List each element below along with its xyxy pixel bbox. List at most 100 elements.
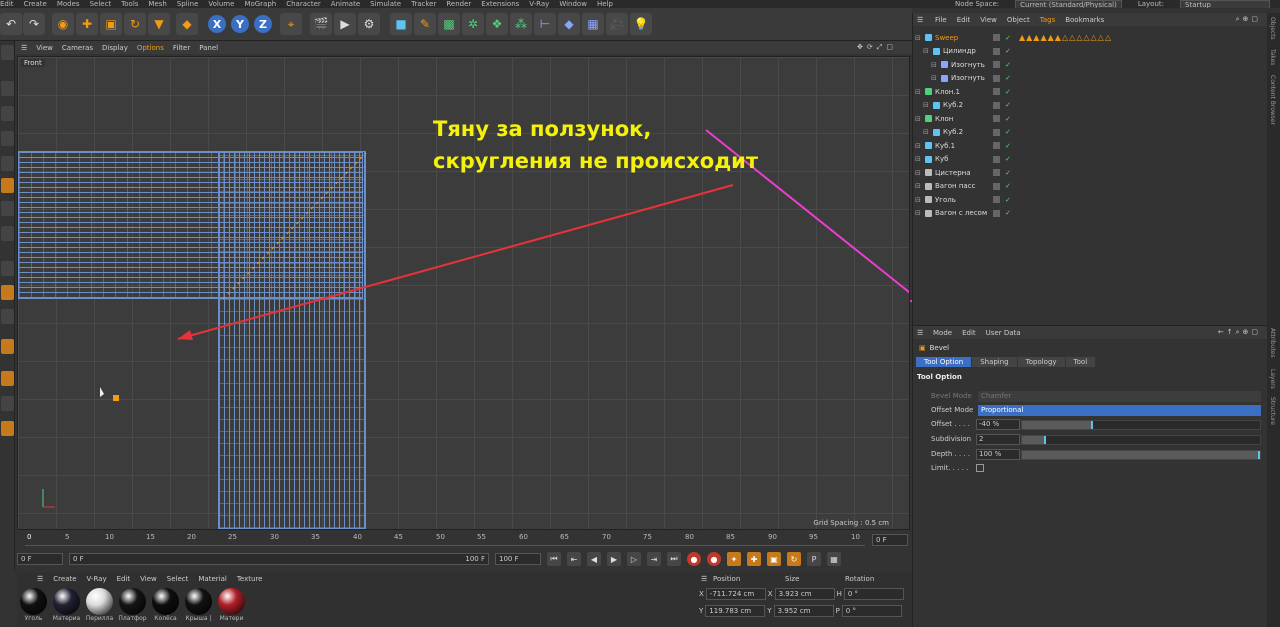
snap-settings-icon[interactable] — [1, 285, 14, 300]
layer-box[interactable] — [993, 34, 1000, 41]
edges-mode-icon[interactable] — [1, 156, 14, 171]
effector-icon[interactable]: ❖ — [486, 13, 508, 35]
solo-icon[interactable] — [1, 371, 14, 386]
panel-hamburger-icon[interactable]: ☰ — [701, 575, 707, 583]
locked-workplane-icon[interactable] — [1, 339, 14, 354]
layer-box[interactable] — [993, 101, 1000, 109]
tab-tool-option[interactable]: Tool Option — [916, 357, 972, 367]
layer-box[interactable] — [993, 61, 1000, 68]
am-menu-mode[interactable]: Mode — [933, 329, 952, 337]
layout-select[interactable]: Startup — [1180, 0, 1270, 8]
object-name[interactable]: Куб.2 — [943, 101, 963, 109]
key-selection-icon[interactable]: ✦ — [727, 552, 741, 566]
viewport-menu-cameras[interactable]: Cameras — [62, 44, 93, 52]
menu-tools[interactable]: Tools — [121, 0, 138, 8]
redo-icon[interactable]: ↷ — [23, 13, 45, 35]
material-swatch[interactable]: Крыша | — [184, 588, 213, 622]
depth-field[interactable]: 100 % — [976, 449, 1020, 460]
object-row[interactable]: ⊟ Вагон с лесом ✓ — [913, 207, 1268, 220]
frame-range-slider[interactable]: 0 F 100 F — [69, 553, 489, 565]
object-name[interactable]: Уголь — [935, 196, 956, 204]
material-swatch[interactable]: Платфор — [118, 588, 147, 622]
points-mode-icon[interactable] — [1, 131, 14, 146]
object-row[interactable]: ⊟ Уголь ✓ — [913, 193, 1268, 206]
enabled-check-icon[interactable]: ✓ — [1005, 142, 1011, 150]
layer-box[interactable] — [993, 196, 1000, 203]
enabled-check-icon[interactable]: ✓ — [1005, 196, 1011, 204]
layer-box[interactable] — [993, 47, 1000, 55]
enabled-check-icon[interactable]: ✓ — [1005, 128, 1011, 136]
panel-hamburger-icon[interactable]: ☰ — [917, 329, 923, 337]
snap-icon[interactable] — [1, 261, 14, 276]
timeline-ruler[interactable]: 0 5 10 15 20 25 30 35 40 45 50 55 60 65 … — [25, 532, 865, 546]
om-menu-object[interactable]: Object — [1007, 16, 1030, 24]
panel-hamburger-icon[interactable]: ☰ — [21, 44, 27, 52]
key-parameter-icon[interactable]: P — [807, 552, 821, 566]
menu-simulate[interactable]: Simulate — [370, 0, 401, 8]
layer-box[interactable] — [993, 209, 1000, 217]
enabled-check-icon[interactable]: ✓ — [1005, 74, 1011, 82]
om-menu-file[interactable]: File — [935, 16, 947, 24]
object-name[interactable]: Sweep — [935, 34, 958, 42]
menu-mograph[interactable]: MoGraph — [244, 0, 276, 8]
size-y-field[interactable]: 3.952 cm — [773, 605, 834, 617]
material-menu-edit[interactable]: Edit — [117, 575, 131, 583]
viewport-menu-filter[interactable]: Filter — [173, 44, 190, 52]
object-row[interactable]: ⊟ Цилиндр ✓ — [913, 45, 1268, 58]
tab-tool[interactable]: Tool — [1065, 357, 1096, 367]
object-name[interactable]: Вагон пасс — [935, 182, 975, 190]
offset-field[interactable]: -40 % — [976, 419, 1020, 430]
layer-box[interactable] — [993, 155, 1000, 163]
menu-mesh[interactable]: Mesh — [148, 0, 166, 8]
recent-tools-icon[interactable]: ▼ — [148, 13, 170, 35]
subdivision-field[interactable]: 2 — [976, 434, 1020, 445]
enabled-check-icon[interactable]: ✓ — [1005, 209, 1011, 217]
tab-topology[interactable]: Topology — [1017, 357, 1065, 367]
material-menu-view[interactable]: View — [140, 575, 157, 583]
expand-icon[interactable]: ⊟ — [915, 169, 921, 177]
depth-slider[interactable] — [1021, 450, 1261, 460]
object-row[interactable]: ⊟ Изогнуть ✓ — [913, 58, 1268, 71]
rotate-icon[interactable]: ↻ — [124, 13, 146, 35]
material-menu-material[interactable]: Material — [198, 575, 226, 583]
render-settings-icon[interactable]: ⚙ — [358, 13, 380, 35]
autokey-icon[interactable]: ● — [707, 552, 721, 566]
coordinate-system-icon[interactable]: ⌖ — [280, 13, 302, 35]
menu-tracker[interactable]: Tracker — [411, 0, 436, 8]
expand-icon[interactable]: ⊟ — [923, 47, 929, 55]
object-row[interactable]: ⊟ Изогнуть ✓ — [913, 72, 1268, 85]
position-x-field[interactable]: -711.724 cm — [705, 588, 766, 600]
texture-mode-icon[interactable] — [1, 106, 14, 121]
record-icon[interactable]: ● — [687, 552, 701, 566]
object-name[interactable]: Цистерна — [935, 169, 971, 177]
object-row[interactable]: ⊟ Куб ✓ — [913, 153, 1268, 166]
om-menu-tags[interactable]: Tags — [1040, 16, 1056, 24]
layer-box[interactable] — [993, 88, 1000, 95]
key-position-icon[interactable]: ✚ — [747, 552, 761, 566]
viewport-navigation-icons[interactable]: ✥⟳⤢▢ — [857, 43, 897, 52]
object-row[interactable]: ⊟ Вагон пасс ✓ — [913, 180, 1268, 193]
prev-key-icon[interactable]: ⇤ — [567, 552, 581, 566]
camera-icon[interactable]: 🎥 — [606, 13, 628, 35]
side-tab-takes[interactable]: Takes — [1269, 49, 1276, 65]
menu-vray[interactable]: V-Ray — [529, 0, 549, 8]
front-viewport[interactable]: Front Тяну за ползунок, скругления не пр… — [17, 56, 910, 530]
node-space-select[interactable]: Current (Standard/Physical) — [1015, 0, 1122, 8]
enabled-check-icon[interactable]: ✓ — [1005, 34, 1011, 42]
material-swatch[interactable]: Колёса — [151, 588, 180, 622]
cube-icon[interactable]: ■ — [390, 13, 412, 35]
enabled-check-icon[interactable]: ✓ — [1005, 155, 1011, 163]
subdivision-slider[interactable] — [1021, 435, 1261, 445]
material-menu-texture[interactable]: Texture — [237, 575, 263, 583]
object-name[interactable]: Куб.2 — [943, 128, 963, 136]
enabled-check-icon[interactable]: ✓ — [1005, 88, 1011, 96]
menu-character[interactable]: Character — [286, 0, 321, 8]
layer-box[interactable] — [993, 182, 1000, 190]
object-row[interactable]: ⊟ Куб.2 ✓ — [913, 99, 1268, 112]
material-swatch[interactable]: Материа — [52, 588, 81, 622]
menu-help[interactable]: Help — [597, 0, 613, 8]
expand-icon[interactable]: ⊟ — [931, 74, 937, 82]
material-swatch[interactable]: Матери — [217, 588, 246, 622]
object-tags[interactable]: ▲▲▲▲▲▲△△△△△△△ — [1019, 33, 1112, 42]
render-view-icon[interactable]: 🎬 — [310, 13, 332, 35]
